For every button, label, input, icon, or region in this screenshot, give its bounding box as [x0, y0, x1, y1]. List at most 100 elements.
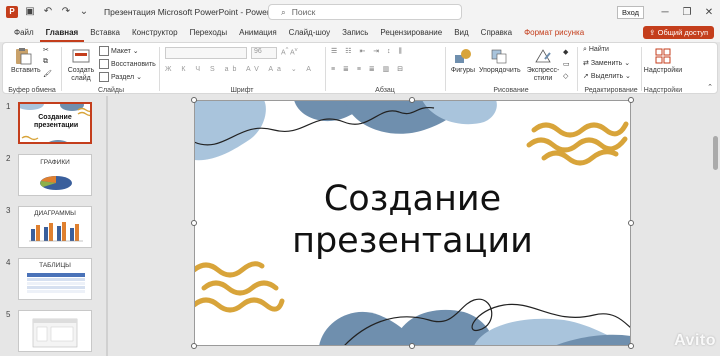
tab-transitions[interactable]: Переходы: [184, 24, 234, 42]
new-slide-icon: [72, 49, 90, 63]
reset-button[interactable]: Восстановить: [99, 59, 156, 69]
group-drawing: Фигуры Упорядочить Экспресс-стили ◆ ▭ ◇ Ри…: [447, 43, 575, 95]
redo-icon[interactable]: ↷: [60, 6, 72, 18]
grow-font-icon[interactable]: A^ Av: [281, 47, 298, 56]
group-label-clipboard: Буфер обмена: [8, 87, 56, 94]
thumb-number: 5: [6, 310, 11, 319]
bar-chart-icon: [29, 222, 83, 242]
layout-icon: [99, 46, 109, 56]
group-font: 96 A^ Av Ж К Ч S ab AV Aa ⌄ A Шрифт: [161, 43, 323, 95]
group-label-editing: Редактирование: [584, 87, 638, 94]
slide-thumbnail-4[interactable]: ТАБЛИЦЫ: [18, 258, 92, 300]
tab-home[interactable]: Главная: [39, 24, 85, 42]
tab-slideshow[interactable]: Слайд-шоу: [283, 24, 336, 42]
slide-title[interactable]: Создание презентации: [194, 178, 631, 262]
select-icon: ➚: [583, 73, 591, 80]
paste-label: Вставить: [11, 67, 41, 74]
tab-picture-format[interactable]: Формат рисунка: [518, 24, 590, 42]
slide-thumbnail-5[interactable]: [18, 310, 92, 352]
addins-icon: [655, 48, 671, 64]
undo-icon[interactable]: ↶: [42, 6, 54, 18]
slide-thumbnail-1[interactable]: Создание презентации: [18, 102, 92, 144]
format-painter-icon[interactable]: 🖌: [43, 70, 52, 78]
shape-fill-icons[interactable]: ◆ ▭ ◇: [563, 47, 570, 83]
tab-help[interactable]: Справка: [475, 24, 518, 42]
group-label-paragraph: Абзац: [375, 87, 395, 94]
minimize-icon[interactable]: ─: [654, 7, 676, 18]
group-label-font: Шрифт: [230, 87, 254, 94]
group-label-drawing: Рисование: [493, 87, 529, 94]
tab-record[interactable]: Запись: [336, 24, 374, 42]
resize-handle[interactable]: [409, 97, 415, 103]
find-label: Найти: [588, 46, 609, 53]
sign-in-button[interactable]: Вход: [617, 5, 644, 19]
arrange-button[interactable]: Упорядочить: [479, 47, 521, 74]
save-icon[interactable]: ▣: [24, 6, 36, 18]
vertical-scrollbar[interactable]: [713, 136, 718, 170]
close-icon[interactable]: ✕: [698, 7, 720, 18]
paste-icon: [16, 48, 32, 65]
group-clipboard: Вставить ✂ ⧉ 🖌 Буфер обмена: [7, 43, 57, 95]
share-button[interactable]: ⇪ Общий доступ: [643, 26, 714, 39]
addins-button[interactable]: Надстройки: [643, 47, 683, 74]
share-icon: ⇪: [649, 28, 658, 37]
arrange-label: Упорядочить: [479, 67, 521, 74]
resize-handle[interactable]: [191, 343, 197, 349]
replace-button[interactable]: ⇄ Заменить ⌄: [583, 59, 630, 67]
shapes-button[interactable]: Фигуры: [449, 47, 477, 74]
resize-handle[interactable]: [409, 343, 415, 349]
replace-icon: ⇄: [583, 60, 591, 67]
tab-review[interactable]: Рецензирование: [374, 24, 448, 42]
section-icon: [99, 72, 109, 82]
powerpoint-logo-icon: P: [6, 6, 18, 18]
find-button[interactable]: ⌕ Найти: [583, 46, 609, 54]
slide-thumbnail-3[interactable]: ДИАГРАММЫ: [18, 206, 92, 248]
slide-canvas[interactable]: Создание презентации: [194, 100, 631, 346]
tab-view[interactable]: Вид: [448, 24, 474, 42]
customize-icon[interactable]: ⌄: [78, 6, 90, 18]
slide-thumbnail-2[interactable]: ГРАФИКИ: [18, 154, 92, 196]
align-buttons[interactable]: ≡ ≣ ≡ ≣ ▥ ⊟: [331, 65, 406, 73]
layout-button[interactable]: Макет ⌄: [99, 46, 139, 56]
tab-insert[interactable]: Вставка: [84, 24, 126, 42]
select-label: Выделить: [590, 73, 624, 80]
copy-icon[interactable]: ⧉: [43, 58, 48, 66]
layout-label: Макет: [111, 47, 131, 55]
select-button[interactable]: ➚ Выделить ⌄: [583, 72, 631, 80]
cut-icon[interactable]: ✂: [43, 46, 49, 54]
search-box[interactable]: ⌕ Поиск: [268, 4, 462, 20]
group-label-addins: Надстройки: [643, 87, 683, 94]
quick-access-toolbar: P ▣ ↶ ↷ ⌄: [0, 6, 90, 18]
tab-animations[interactable]: Анимация: [233, 24, 283, 42]
thumb-number: 1: [6, 102, 11, 111]
collapse-ribbon-icon[interactable]: ⌃: [707, 83, 713, 91]
resize-handle[interactable]: [628, 97, 634, 103]
replace-label: Заменить: [590, 60, 623, 67]
list-buttons[interactable]: ☰ ☷ ⇤ ⇥ ↕ ⫼: [331, 47, 405, 56]
section-button[interactable]: Раздел ⌄: [99, 72, 142, 82]
resize-handle[interactable]: [628, 220, 634, 226]
title-bar: P ▣ ↶ ↷ ⌄ Презентация Microsoft PowerPoi…: [0, 0, 720, 24]
tab-design[interactable]: Конструктор: [126, 24, 184, 42]
group-slides: Создать слайд Макет ⌄ Восстановить Разде…: [65, 43, 157, 95]
new-slide-button[interactable]: Создать слайд: [67, 47, 95, 83]
pane-divider[interactable]: [106, 96, 108, 356]
paste-button[interactable]: Вставить: [11, 47, 41, 74]
reset-label: Восстановить: [111, 60, 156, 68]
font-size-select[interactable]: 96: [251, 47, 277, 59]
reset-icon: [99, 59, 109, 69]
quick-styles-button[interactable]: Экспресс-стили: [523, 47, 563, 83]
resize-handle[interactable]: [191, 220, 197, 226]
arrange-icon: [491, 49, 507, 64]
watermark-logo: Avito: [674, 332, 716, 349]
font-name-select[interactable]: [165, 47, 247, 59]
thumb-1-title: Создание презентации: [34, 114, 79, 129]
group-editing: ⌕ Найти ⇄ Заменить ⌄ ➚ Выделить ⌄ Редакт…: [579, 43, 643, 95]
maximize-icon[interactable]: ❐: [676, 7, 698, 18]
font-format-buttons[interactable]: Ж К Ч S ab AV Aa ⌄ A: [165, 65, 315, 73]
resize-handle[interactable]: [191, 97, 197, 103]
tab-file[interactable]: Файл: [8, 24, 40, 42]
resize-handle[interactable]: [628, 343, 634, 349]
window-title: Презентация Microsoft PowerPoint - Power…: [104, 7, 290, 17]
table-icon: [27, 273, 85, 293]
